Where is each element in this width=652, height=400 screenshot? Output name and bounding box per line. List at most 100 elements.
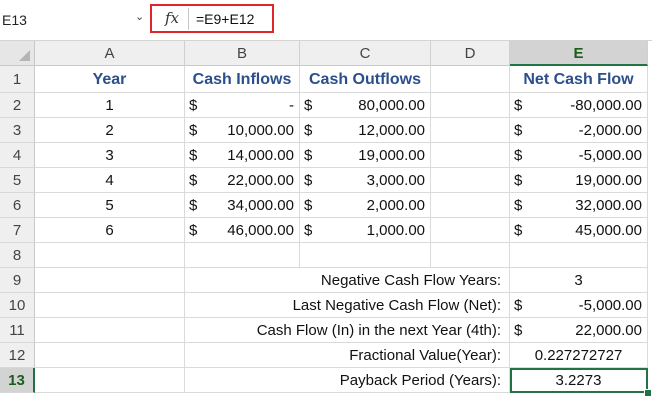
column-header-c[interactable]: C [300, 41, 431, 66]
summary-value[interactable]: 0.227272727 [510, 343, 648, 368]
inflow-cell[interactable]: $22,000.00 [185, 168, 300, 193]
inflow-cell[interactable]: $ - [185, 93, 300, 118]
currency-symbol: $ [189, 97, 198, 114]
row-header-6[interactable]: 6 [0, 193, 35, 218]
cell-amount: 12,000.00 [358, 122, 425, 139]
inflow-cell[interactable]: $14,000.00 [185, 143, 300, 168]
empty-cell[interactable] [431, 93, 510, 118]
summary-label[interactable]: Last Negative Cash Flow (Net): [185, 293, 510, 318]
inflow-cell[interactable]: $46,000.00 [185, 218, 300, 243]
row-header-7[interactable]: 7 [0, 218, 35, 243]
row-header-2[interactable]: 2 [0, 93, 35, 118]
row-header-13[interactable]: 13 [0, 368, 35, 393]
formula-separator [188, 8, 189, 30]
currency-symbol: $ [189, 122, 198, 139]
column-header-b[interactable]: B [185, 41, 300, 66]
currency-symbol: $ [189, 172, 198, 189]
fill-handle[interactable] [644, 389, 652, 397]
empty-cell[interactable] [431, 193, 510, 218]
cell-amount: 19,000.00 [358, 147, 425, 164]
empty-cell[interactable] [35, 318, 185, 343]
row-header-3[interactable]: 3 [0, 118, 35, 143]
cell-amount: -5,000.00 [578, 297, 642, 314]
summary-value[interactable]: $22,000.00 [510, 318, 648, 343]
summary-label[interactable]: Payback Period (Years): [185, 368, 510, 393]
row-header-5[interactable]: 5 [0, 168, 35, 193]
currency-symbol: $ [514, 147, 523, 164]
outflow-cell[interactable]: $12,000.00 [300, 118, 431, 143]
cell-amount: 22,000.00 [227, 172, 294, 189]
summary-label[interactable]: Fractional Value(Year): [185, 343, 510, 368]
formula-input[interactable]: =E9+E12 [196, 11, 254, 27]
cell-amount: -2,000.00 [578, 122, 642, 139]
outflow-cell[interactable]: $3,000.00 [300, 168, 431, 193]
cell-amount: 46,000.00 [227, 222, 294, 239]
net-cash-flow-cell[interactable]: $ -5,000.00 [510, 143, 648, 168]
empty-cell[interactable] [35, 343, 185, 368]
net-cash-flow-cell[interactable]: $ -2,000.00 [510, 118, 648, 143]
cell-amount: 2,000.00 [366, 197, 425, 214]
fx-icon[interactable]: fx [165, 9, 179, 27]
row-header-12[interactable]: 12 [0, 343, 35, 368]
formula-bar: E13 ⌄ fx =E9+E12 [0, 0, 652, 41]
empty-cell[interactable] [510, 243, 648, 268]
year-cell[interactable]: 4 [35, 168, 185, 193]
summary-label[interactable]: Negative Cash Flow Years: [185, 268, 510, 293]
empty-cell[interactable] [185, 243, 300, 268]
outflow-cell[interactable]: $2,000.00 [300, 193, 431, 218]
net-cash-flow-cell[interactable]: $19,000.00 [510, 168, 648, 193]
header-cash-outflows[interactable]: Cash Outflows [300, 66, 431, 93]
empty-cell[interactable] [431, 218, 510, 243]
year-cell[interactable]: 5 [35, 193, 185, 218]
row-header-1[interactable]: 1 [0, 66, 35, 93]
year-cell[interactable]: 6 [35, 218, 185, 243]
row-header-9[interactable]: 9 [0, 268, 35, 293]
year-cell[interactable]: 2 [35, 118, 185, 143]
summary-value[interactable]: 3 [510, 268, 648, 293]
row-header-8[interactable]: 8 [0, 243, 35, 268]
column-header-e[interactable]: E [510, 41, 648, 66]
outflow-cell[interactable]: $1,000.00 [300, 218, 431, 243]
outflow-cell[interactable]: $19,000.00 [300, 143, 431, 168]
net-cash-flow-cell[interactable]: $45,000.00 [510, 218, 648, 243]
row-header-4[interactable]: 4 [0, 143, 35, 168]
name-box[interactable]: E13 ⌄ [0, 8, 146, 32]
cell-d1[interactable] [431, 66, 510, 93]
summary-value[interactable]: $ -5,000.00 [510, 293, 648, 318]
empty-cell[interactable] [431, 118, 510, 143]
net-cash-flow-cell[interactable]: $ -80,000.00 [510, 93, 648, 118]
header-cash-inflows[interactable]: Cash Inflows [185, 66, 300, 93]
column-header-d[interactable]: D [431, 41, 510, 66]
outflow-cell[interactable]: $80,000.00 [300, 93, 431, 118]
column-header-a[interactable]: A [35, 41, 185, 66]
row-header-11[interactable]: 11 [0, 318, 35, 343]
empty-cell[interactable] [35, 368, 185, 393]
select-all-button[interactable] [0, 41, 35, 66]
inflow-cell[interactable]: $34,000.00 [185, 193, 300, 218]
header-year[interactable]: Year [35, 66, 185, 93]
cell-amount: 3,000.00 [366, 172, 425, 189]
empty-cell[interactable] [431, 143, 510, 168]
chevron-down-icon[interactable]: ⌄ [135, 10, 144, 23]
currency-symbol: $ [304, 222, 313, 239]
year-cell[interactable]: 3 [35, 143, 185, 168]
name-box-value: E13 [2, 12, 27, 28]
empty-cell[interactable] [35, 293, 185, 318]
currency-symbol: $ [189, 147, 198, 164]
empty-cell[interactable] [35, 243, 185, 268]
empty-cell[interactable] [431, 243, 510, 268]
currency-symbol: $ [514, 172, 523, 189]
row-header-10[interactable]: 10 [0, 293, 35, 318]
empty-cell[interactable] [300, 243, 431, 268]
currency-symbol: $ [514, 197, 523, 214]
empty-cell[interactable] [431, 168, 510, 193]
empty-cell[interactable] [35, 268, 185, 293]
net-cash-flow-cell[interactable]: $32,000.00 [510, 193, 648, 218]
cell-amount: 34,000.00 [227, 197, 294, 214]
header-net-cash-flow[interactable]: Net Cash Flow [510, 66, 648, 93]
currency-symbol: $ [304, 97, 313, 114]
cell-amount: 45,000.00 [575, 222, 642, 239]
summary-label[interactable]: Cash Flow (In) in the next Year (4th): [185, 318, 510, 343]
year-cell[interactable]: 1 [35, 93, 185, 118]
inflow-cell[interactable]: $10,000.00 [185, 118, 300, 143]
